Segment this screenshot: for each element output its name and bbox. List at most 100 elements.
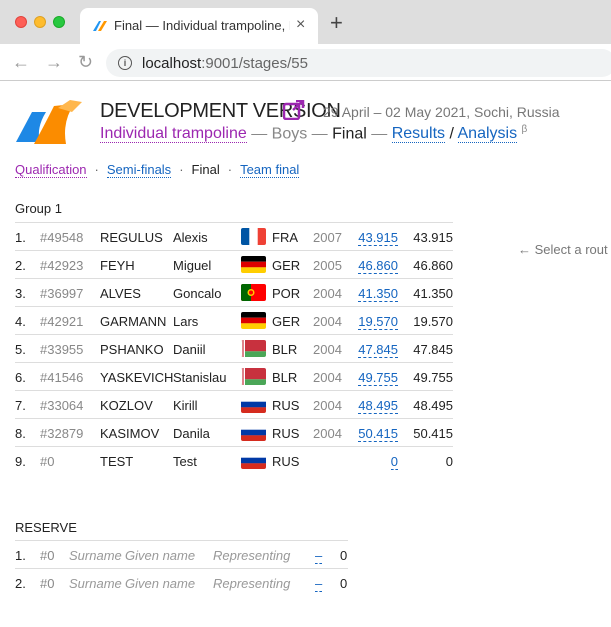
athlete-surname: KOZLOV bbox=[100, 398, 153, 413]
reserve-number: 1. bbox=[15, 548, 26, 563]
event-date-place: 29 April – 02 May 2021, Sochi, Russia bbox=[323, 104, 560, 120]
breadcrumb: Individual trampoline — Boys — Final — R… bbox=[100, 124, 527, 144]
group-label: Group 1 bbox=[15, 201, 62, 216]
results-link[interactable]: Results bbox=[391, 125, 446, 144]
athlete-surname: PSHANKO bbox=[100, 342, 164, 357]
minimize-window-button[interactable] bbox=[34, 16, 46, 28]
reserve-given-name-field[interactable]: Given name bbox=[125, 576, 195, 591]
tab-title: Final — Individual trampoline, B bbox=[114, 18, 290, 33]
reserve-score-link[interactable]: – bbox=[315, 548, 323, 564]
tab-separator: · bbox=[94, 162, 99, 177]
athlete-surname: YASKEVICH bbox=[100, 370, 174, 385]
athlete-id: #42921 bbox=[40, 314, 84, 329]
country-code: GER bbox=[272, 258, 301, 273]
birth-year: 2004 bbox=[313, 342, 342, 357]
country-code: GER bbox=[272, 314, 301, 329]
site-info-icon[interactable]: i bbox=[118, 56, 132, 70]
routine-score-link[interactable]: 0 bbox=[390, 454, 398, 470]
url-text[interactable]: localhost:9001/stages/55 bbox=[142, 55, 308, 72]
rank-number: 5. bbox=[15, 342, 26, 357]
athlete-id: #32879 bbox=[40, 426, 84, 441]
table-row: 7. #33064 KOZLOV Kirill RUS 2004 48.495 48.495 bbox=[15, 390, 453, 419]
reserve-representing-field[interactable]: Representing bbox=[213, 576, 290, 591]
reserve-surname-field[interactable]: Surname bbox=[69, 576, 122, 591]
routine-score-link[interactable]: 48.495 bbox=[358, 398, 398, 414]
rank-number: 6. bbox=[15, 370, 26, 385]
reserve-total: 0 bbox=[340, 548, 348, 563]
athlete-id: #36997 bbox=[40, 286, 84, 301]
analysis-link[interactable]: Analysis bbox=[457, 125, 518, 144]
athlete-id: #0 bbox=[40, 454, 55, 469]
close-window-button[interactable] bbox=[15, 16, 27, 28]
table-row: 3. #36997 ALVES Goncalo POR 2004 41.350 41.350 bbox=[15, 278, 453, 307]
birth-year: 2004 bbox=[313, 370, 342, 385]
country-flag-icon bbox=[241, 228, 266, 245]
routine-score-link[interactable]: 46.860 bbox=[358, 258, 398, 274]
rank-number: 8. bbox=[15, 426, 26, 441]
reserve-score-link[interactable]: – bbox=[315, 576, 323, 592]
reserve-id: #0 bbox=[40, 548, 55, 563]
reserve-surname-field[interactable]: Surname bbox=[69, 548, 122, 563]
table-row: 1. #49548 REGULUS Alexis FRA 2007 43.915 43.915 bbox=[15, 222, 453, 251]
crumb-event-link[interactable]: Individual trampoline bbox=[100, 125, 247, 144]
address-bar[interactable]: i localhost:9001/stages/55 bbox=[106, 49, 611, 77]
reload-icon[interactable]: ↻ bbox=[78, 52, 93, 73]
rank-number: 2. bbox=[15, 258, 26, 273]
athlete-surname: ALVES bbox=[100, 286, 141, 301]
rank-number: 7. bbox=[15, 398, 26, 413]
country-flag-icon bbox=[241, 340, 266, 357]
reserve-representing-field[interactable]: Representing bbox=[213, 548, 290, 563]
select-route-hint: ← Select a rout bbox=[518, 242, 608, 257]
athlete-id: #41546 bbox=[40, 370, 84, 385]
athlete-given-name: Lars bbox=[173, 314, 199, 329]
athlete-id: #33955 bbox=[40, 342, 84, 357]
total-score: 47.845 bbox=[413, 342, 453, 357]
total-score: 43.915 bbox=[413, 230, 453, 245]
routine-score-link[interactable]: 47.845 bbox=[358, 342, 398, 358]
country-code: FRA bbox=[272, 230, 298, 245]
reserve-label: RESERVE bbox=[15, 520, 77, 535]
crumb-separator: — bbox=[246, 125, 272, 143]
athlete-id: #42923 bbox=[40, 258, 84, 273]
reserve-number: 2. bbox=[15, 576, 26, 591]
new-tab-button[interactable]: + bbox=[330, 10, 343, 36]
athlete-given-name: Miguel bbox=[173, 258, 212, 273]
reserve-given-name-field[interactable]: Given name bbox=[125, 548, 195, 563]
forward-arrow-icon[interactable]: → bbox=[45, 52, 63, 73]
browser-tab[interactable]: Final — Individual trampoline, B × bbox=[80, 8, 318, 44]
tab-team-final[interactable]: Team final bbox=[240, 162, 300, 178]
birth-year: 2004 bbox=[313, 314, 342, 329]
country-flag-icon bbox=[241, 452, 266, 469]
country-code: POR bbox=[272, 286, 301, 301]
total-score: 41.350 bbox=[413, 286, 453, 301]
routine-score-link[interactable]: 50.415 bbox=[358, 426, 398, 442]
routine-score-link[interactable]: 49.755 bbox=[358, 370, 398, 386]
back-arrow-icon[interactable]: ← bbox=[12, 52, 30, 73]
maximize-window-button[interactable] bbox=[53, 16, 65, 28]
rank-number: 4. bbox=[15, 314, 26, 329]
table-row: 8. #32879 KASIMOV Danila RUS 2004 50.415 50.415 bbox=[15, 418, 453, 447]
athlete-surname: KASIMOV bbox=[100, 426, 160, 441]
athlete-id: #49548 bbox=[40, 230, 84, 245]
athlete-given-name: Kirill bbox=[173, 398, 198, 413]
routine-score-link[interactable]: 43.915 bbox=[358, 230, 398, 246]
tab-semi-finals[interactable]: Semi-finals bbox=[106, 162, 172, 178]
tab-qualification[interactable]: Qualification bbox=[15, 162, 87, 178]
total-score: 49.755 bbox=[413, 370, 453, 385]
table-row: 5. #33955 PSHANKO Daniil BLR 2004 47.845 47.845 bbox=[15, 334, 453, 363]
tab-separator: · bbox=[227, 162, 233, 177]
stage-tabs: Qualification · Semi-finals · Final · Team fin… bbox=[15, 162, 300, 178]
athlete-surname: TEST bbox=[100, 454, 134, 469]
total-score: 48.495 bbox=[413, 398, 453, 413]
external-link-icon[interactable] bbox=[283, 100, 305, 120]
tab-final: Final bbox=[191, 162, 220, 177]
routine-score-link[interactable]: 41.350 bbox=[358, 286, 398, 302]
country-code: RUS bbox=[272, 398, 300, 413]
country-flag-icon bbox=[241, 396, 266, 413]
tab-close-icon[interactable]: × bbox=[296, 16, 305, 34]
country-flag-icon bbox=[241, 424, 266, 441]
total-score: 50.415 bbox=[413, 426, 453, 441]
rank-number: 3. bbox=[15, 286, 26, 301]
routine-score-link[interactable]: 19.570 bbox=[358, 314, 398, 330]
table-row: 9. #0 TEST Test RUS 0 0 bbox=[15, 446, 453, 475]
